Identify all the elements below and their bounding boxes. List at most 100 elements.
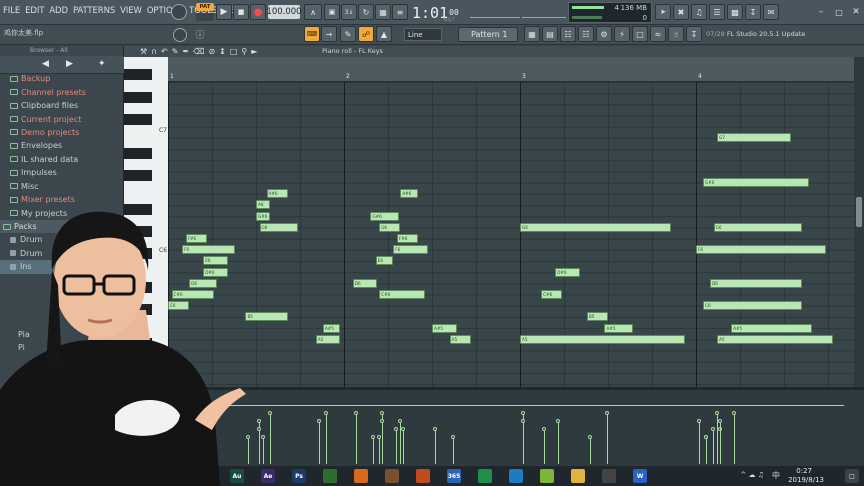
note[interactable]: G#6	[256, 211, 271, 221]
playlist-window-button[interactable]: ▦	[524, 26, 540, 42]
taskbar-app-icon[interactable]	[540, 469, 554, 483]
note[interactable]: A5	[449, 334, 471, 344]
wrench-icon[interactable]: ⚒	[140, 47, 147, 56]
velocity-handle[interactable]	[711, 427, 716, 431]
note[interactable]: D6	[352, 278, 378, 288]
zoom-tool-icon[interactable]: ⚲	[241, 47, 247, 56]
browser-item[interactable]: Channel presets	[0, 85, 124, 98]
song-position-clock[interactable]: 1:01 00	[412, 2, 464, 23]
vertical-scrollbar[interactable]	[854, 57, 864, 387]
note[interactable]: G7	[717, 133, 792, 143]
taskbar-app-icon[interactable]	[509, 469, 523, 483]
update-button[interactable]: ↧	[686, 26, 702, 42]
velocity-stem[interactable]	[373, 438, 375, 464]
velocity-stem[interactable]	[355, 414, 357, 464]
ime-indicator[interactable]: 中	[772, 470, 780, 481]
taskbar-app-icon[interactable]: Ae	[261, 469, 275, 483]
velocity-handle[interactable]	[542, 427, 547, 431]
black-key[interactable]	[124, 170, 152, 181]
velocity-stem[interactable]	[396, 430, 398, 464]
velocity-stem[interactable]	[378, 438, 380, 464]
pattern-mode-toggle[interactable]: PAT	[196, 3, 214, 11]
taskbar-app-icon[interactable]	[354, 469, 368, 483]
velocity-handle[interactable]	[376, 435, 381, 439]
velocity-stem[interactable]	[259, 430, 260, 464]
note[interactable]: A6	[256, 200, 271, 210]
channel-settings-button[interactable]: ⚙	[596, 26, 612, 42]
countdown-button[interactable]: 3↓	[341, 4, 357, 20]
taskbar-app-icon[interactable]	[323, 469, 337, 483]
velocity-handle[interactable]	[380, 419, 385, 423]
browser-item[interactable]: Backup	[0, 72, 124, 85]
note[interactable]: B5	[245, 312, 288, 322]
velocity-handle[interactable]	[371, 435, 376, 439]
velocity-handle[interactable]	[704, 435, 709, 439]
velocity-stem[interactable]	[318, 422, 320, 464]
touch-controller-button[interactable]: ☝	[668, 26, 684, 42]
velocity-handle[interactable]	[521, 419, 525, 423]
velocity-stem[interactable]	[706, 438, 708, 464]
clock-time-tray[interactable]: 0:27	[796, 467, 812, 475]
menu-item-edit[interactable]: EDIT	[25, 5, 44, 17]
note[interactable]: D#6	[555, 267, 580, 277]
pencil-icon[interactable]: ✎	[172, 47, 179, 56]
velocity-stem[interactable]	[713, 430, 715, 464]
playlist-button[interactable]: ✖	[673, 4, 689, 20]
note[interactable]: G6	[259, 222, 299, 232]
taskbar-app-icon[interactable]	[602, 469, 616, 483]
online-news-button[interactable]: ➤	[655, 4, 671, 20]
master-volume-knob[interactable]	[171, 4, 187, 20]
paint-button[interactable]: ✎	[340, 26, 356, 42]
menu-item-patterns[interactable]: PATTERNS	[73, 5, 115, 17]
close-button[interactable]: ✕	[850, 6, 862, 18]
news-hint[interactable]: 07/29 FL Studio 20.5.1 Update	[706, 30, 805, 38]
taskbar-app-icon[interactable]: Ps	[292, 469, 306, 483]
note[interactable]: G#6	[370, 211, 399, 221]
tempo-display[interactable]: 100.000	[266, 5, 302, 19]
note[interactable]: A#5	[322, 323, 341, 333]
menu-item-add[interactable]: ADD	[49, 5, 68, 17]
menu-item-file[interactable]: FILE	[3, 5, 20, 17]
note[interactable]: A#5	[432, 323, 457, 333]
velocity-handle[interactable]	[323, 411, 328, 415]
note[interactable]: C#6	[541, 290, 563, 299]
velocity-handle[interactable]	[587, 435, 592, 439]
browser-item[interactable]: Clipboard files	[0, 99, 124, 112]
velocity-handle[interactable]	[316, 419, 321, 423]
timeline-ruler[interactable]: 1 2 3 4	[168, 57, 854, 124]
velocity-handle[interactable]	[450, 435, 455, 439]
play-button[interactable]: ▶	[216, 4, 232, 20]
chat-button[interactable]: ✉	[763, 4, 779, 20]
velocity-handle[interactable]	[401, 427, 406, 431]
note[interactable]: C6	[703, 301, 802, 311]
tray-icons[interactable]: ^ ☁ ♫	[740, 471, 764, 479]
velocity-stem[interactable]	[403, 430, 405, 464]
mic-button[interactable]: ♫	[691, 4, 707, 20]
note[interactable]: G6	[379, 222, 401, 232]
taskbar-app-icon[interactable]	[385, 469, 399, 483]
velocity-handle[interactable]	[267, 411, 272, 415]
play-tool-icon[interactable]: ►	[251, 47, 257, 56]
velocity-handle[interactable]	[732, 411, 737, 415]
note[interactable]: C#6	[379, 290, 425, 299]
velocity-handle[interactable]	[380, 411, 385, 415]
loop-record-button[interactable]: ↻	[358, 4, 374, 20]
note[interactable]: A5	[717, 334, 834, 344]
select-tool-icon[interactable]: □	[230, 47, 238, 56]
taskbar-app-icon[interactable]: W	[633, 469, 647, 483]
piano-roll-window-button[interactable]: ▤	[542, 26, 558, 42]
velocity-stem[interactable]	[523, 422, 524, 464]
mixer-button[interactable]: ☰	[709, 4, 725, 20]
tempo-tapper-button[interactable]: ≈	[650, 26, 666, 42]
note[interactable]: F6	[696, 245, 827, 255]
note[interactable]: A#6	[400, 189, 418, 199]
velocity-handle[interactable]	[521, 411, 525, 415]
note[interactable]: A5	[315, 334, 341, 344]
note[interactable]: D6	[710, 278, 802, 288]
delete-tool-icon[interactable]: ⌫	[193, 47, 204, 56]
browser-collapse-icon[interactable]: ◀	[42, 59, 49, 69]
velocity-handle[interactable]	[605, 411, 610, 415]
mute-tool-icon[interactable]: ⊘	[208, 47, 215, 56]
channel-rack-button[interactable]: ☷	[560, 26, 576, 42]
velocity-handle[interactable]	[257, 419, 261, 423]
